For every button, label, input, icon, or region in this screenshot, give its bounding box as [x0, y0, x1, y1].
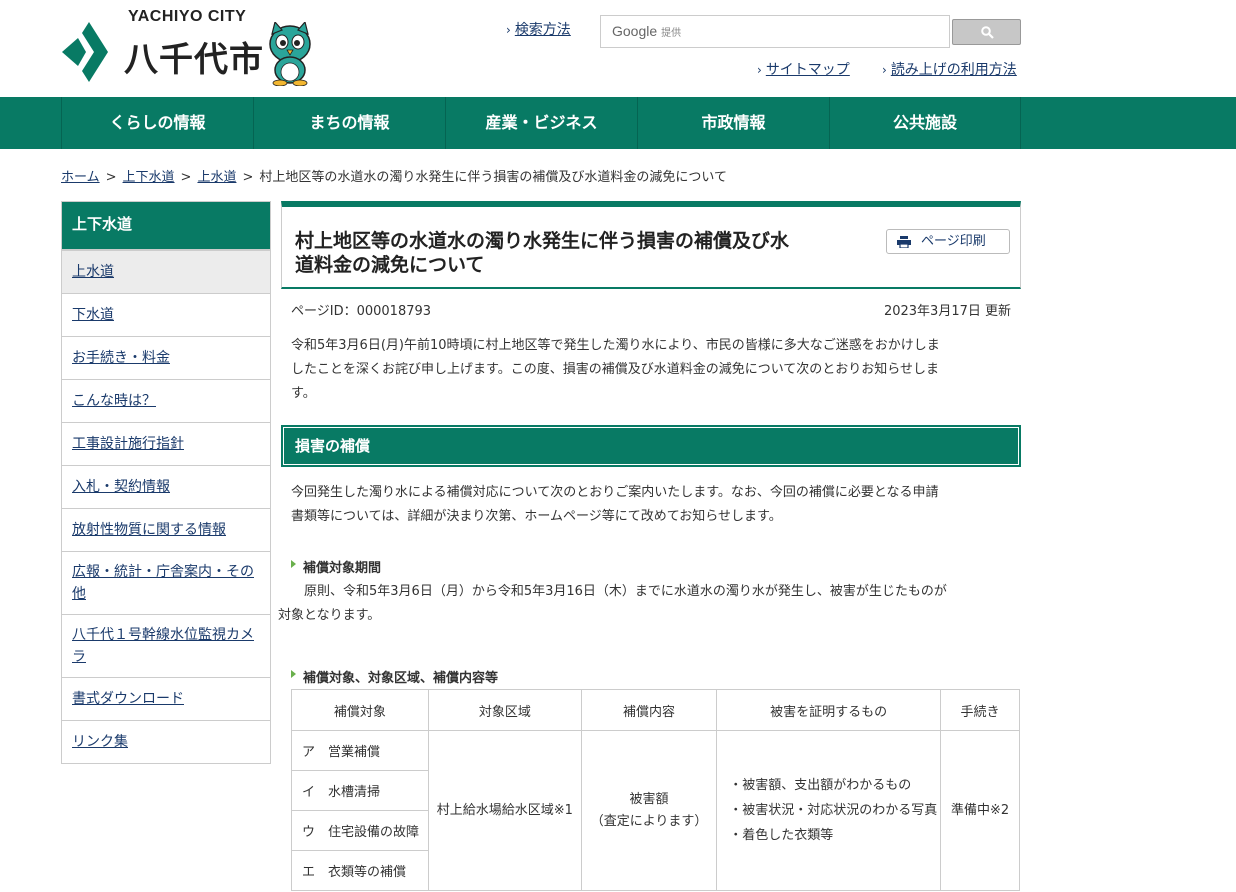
chevron-right-icon: ›	[757, 63, 762, 77]
compensation-table: 補償対象 対象区域 補償内容 被害を証明するもの 手続き ア 営業補償 村上給水…	[291, 689, 1020, 891]
breadcrumb: ホーム > 上下水道 > 上水道 > 村上地区等の水道水の濁り水発生に伴う損害の補償及び水道…	[61, 170, 727, 185]
sidebar: 上下水道 上水道 下水道 お手続き・料金 こんな時は？ 工事設計施行指針 入札・…	[61, 201, 271, 764]
nav-item-city-admin[interactable]: 市政情報	[637, 97, 829, 149]
nav-item-business[interactable]: 産業・ビジネス	[445, 97, 637, 149]
search-placeholder: Google 提供	[612, 23, 682, 39]
procedure-cell: 準備中※2	[940, 730, 1020, 891]
sidebar-item-water[interactable]: 上水道	[62, 250, 270, 293]
nav-item-town[interactable]: まちの情報	[253, 97, 445, 149]
target-cell: エ 衣類等の補償	[291, 850, 429, 891]
search-method-link[interactable]: › 検索方法	[506, 19, 571, 39]
breadcrumb-current: 村上地区等の水道水の濁り水発生に伴う損害の補償及び水道料金の減免について	[259, 170, 727, 185]
sidebar-item-bidding[interactable]: 入札・契約情報	[62, 465, 270, 508]
global-nav: くらしの情報 まちの情報 産業・ビジネス 市政情報 公共施設	[0, 97, 1236, 149]
site-logo[interactable]: YACHIYO CITY 八千代市	[60, 8, 320, 90]
mascot-icon	[269, 22, 311, 86]
table-header-row: 補償対象 対象区域 補償内容 被害を証明するもの 手続き	[291, 689, 1020, 731]
period-paragraph: 原則、令和5年3月6日（月）から令和5年3月16日（木）までに水道水の濁り水が発…	[278, 584, 947, 623]
nav-item-facilities[interactable]: 公共施設	[829, 97, 1021, 149]
proof-cell: ・被害額、支出額がわかるもの ・被害状況・対応状況のわかる写真 ・着色した衣類等	[716, 730, 942, 891]
page-id: ページID：000018793	[291, 304, 432, 319]
breadcrumb-water[interactable]: 上水道	[197, 170, 236, 185]
target-cell: ウ 住宅設備の故障	[291, 810, 429, 851]
sidebar-item-troubles[interactable]: こんな時は？	[62, 379, 270, 422]
title-box: 村上地区等の水道水の濁り水発生に伴う損害の補償及び水 道料金の減免について ページ…	[281, 201, 1021, 289]
table-header: 手続き	[940, 689, 1020, 731]
city-emblem-icon	[62, 22, 108, 82]
sitemap-link[interactable]: › サイトマップ	[757, 59, 850, 79]
table-header: 被害を証明するもの	[716, 689, 942, 731]
period-heading: 補償対象期間	[291, 557, 381, 576]
sidebar-item-procedures[interactable]: お手続き・料金	[62, 336, 270, 379]
sidebar-item-radiation[interactable]: 放射性物質に関する情報	[62, 508, 270, 551]
lead-paragraph: 令和5年3月6日(月)午前10時頃に村上地区等で発生した濁り水により、市民の皆様…	[291, 338, 940, 401]
table-header: 対象区域	[427, 689, 582, 731]
search-button[interactable]	[952, 19, 1021, 45]
target-cell: ア 営業補償	[291, 730, 429, 771]
table-heading: 補償対象、対象区域、補償内容等	[291, 667, 498, 686]
printer-icon	[897, 236, 911, 248]
target-cell: イ 水槽清掃	[291, 770, 429, 811]
sidebar-item-sewer[interactable]: 下水道	[62, 293, 270, 336]
site-header: YACHIYO CITY 八千代市 › 検索方法 Google 提供 › サイトマッ	[0, 0, 1236, 97]
content-cell: 被害額 （査定によります）	[580, 730, 718, 891]
updated-date: 2023年3月17日 更新	[883, 304, 1011, 319]
readaloud-link[interactable]: › 読み上げの利用方法	[882, 59, 1017, 79]
area-cell: 村上給水場給水区域※1	[427, 730, 582, 891]
logo-japanese: 八千代市	[124, 40, 264, 80]
breadcrumb-water-sewer[interactable]: 上下水道	[123, 170, 175, 185]
page-title: 村上地区等の水道水の濁り水発生に伴う損害の補償及び水 道料金の減免について	[295, 230, 790, 276]
sidebar-item-construction[interactable]: 工事設計施行指針	[62, 422, 270, 465]
sidebar-item-links[interactable]: リンク集	[62, 720, 270, 763]
chevron-right-icon: ›	[506, 23, 511, 37]
section-heading: 損害の補償	[281, 425, 1021, 467]
sidebar-item-pr-stats[interactable]: 広報・統計・庁舎案内・その他	[62, 551, 270, 614]
breadcrumb-home[interactable]: ホーム	[61, 170, 100, 185]
table-header: 補償対象	[291, 689, 429, 731]
search-icon	[981, 26, 994, 39]
nav-item-living[interactable]: くらしの情報	[61, 97, 253, 149]
sidebar-item-forms[interactable]: 書式ダウンロード	[62, 677, 270, 720]
print-button[interactable]: ページ印刷	[886, 229, 1010, 254]
section-paragraph: 今回発生した濁り水による補償対応について次のとおりご案内いたします。なお、今回の…	[291, 485, 939, 524]
sidebar-item-camera[interactable]: 八千代１号幹線水位監視カメラ	[62, 614, 270, 677]
logo-english: YACHIYO CITY	[128, 8, 247, 25]
search-input[interactable]: Google 提供	[600, 15, 950, 48]
table-header: 補償内容	[580, 689, 718, 731]
table-row: ア 営業補償 村上給水場給水区域※1 被害額 （査定によります） ・被害額、支出額…	[291, 730, 1020, 891]
sidebar-heading: 上下水道	[62, 202, 270, 250]
chevron-right-icon: ›	[882, 63, 887, 77]
